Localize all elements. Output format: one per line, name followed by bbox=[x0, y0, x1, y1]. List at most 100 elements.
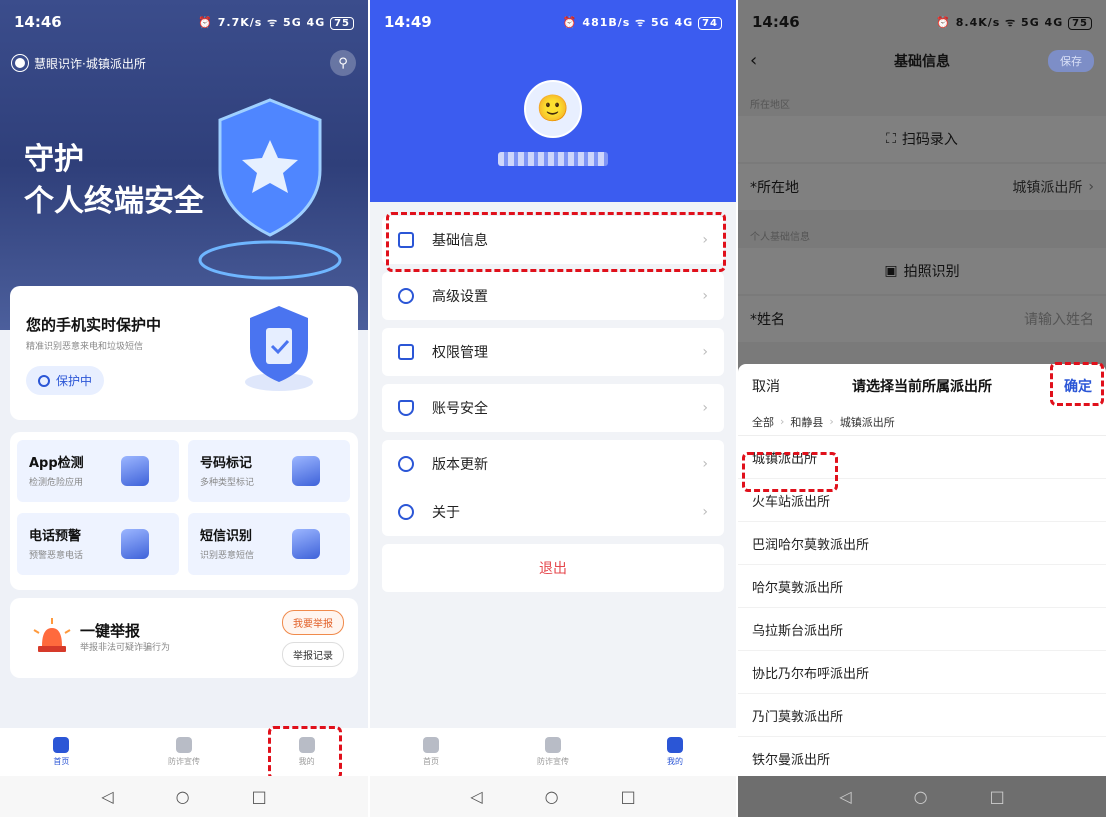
home-screen: 14:46 ⏰ 7.7K/s ᯤ 5G 4G 75 慧眼识诈·城镇派出所 ⚲ 守… bbox=[0, 0, 368, 817]
menu-version-update[interactable]: 版本更新 › bbox=[382, 440, 724, 488]
masked-phone-number bbox=[498, 152, 608, 166]
nav-home-icon[interactable]: ○ bbox=[914, 787, 928, 806]
nav-home-icon[interactable]: ○ bbox=[545, 787, 559, 806]
profile-screen: 14:49 ⏰ 481B/s ᯤ 5G 4G 74 🙂 基础信息 › 高级设置 › … bbox=[370, 0, 736, 817]
menu-permissions[interactable]: 权限管理 › bbox=[382, 328, 724, 376]
location-field[interactable]: *所在地 城镇派出所 › bbox=[738, 164, 1106, 210]
nav-recents-icon[interactable]: □ bbox=[252, 787, 267, 806]
list-item[interactable]: 协比乃尔布呼派出所 bbox=[738, 651, 1106, 694]
list-item[interactable]: 哈尔莫敦派出所 bbox=[738, 565, 1106, 608]
chevron-right-icon: › bbox=[702, 504, 708, 520]
chevron-right-icon: › bbox=[702, 400, 708, 416]
info-icon bbox=[398, 504, 414, 520]
status-icons: ⏰ 8.4K/s ᯤ 5G 4G bbox=[936, 15, 1064, 29]
scan-label: 扫码录入 bbox=[901, 132, 958, 148]
app-check-tile[interactable]: App检测 检测危险应用 bbox=[17, 440, 179, 502]
crumb-item[interactable]: 和静县 bbox=[790, 414, 823, 430]
protection-card: 您的手机实时保护中 精准识别恶意来电和垃圾短信 保护中 bbox=[10, 286, 358, 420]
police-station-picker: 取消 请选择当前所属派出所 确定 全部 › 和静县 › 城镇派出所 城镇派出所 火车… bbox=[738, 364, 1106, 780]
list-item[interactable]: 乃门莫敦派出所 bbox=[738, 694, 1106, 737]
status-time: 14:49 bbox=[384, 13, 432, 31]
nav-back-icon[interactable]: ◁ bbox=[470, 787, 482, 806]
logout-button[interactable]: 退出 bbox=[382, 544, 724, 592]
sms-detect-tile[interactable]: 短信识别 识别恶意短信 bbox=[188, 513, 350, 575]
tab-label: 防诈宣传 bbox=[537, 757, 569, 766]
chevron-right-icon: › bbox=[702, 288, 708, 304]
breadcrumb: 全部 › 和静县 › 城镇派出所 bbox=[738, 408, 1106, 436]
user-switch-icon[interactable]: ⚲ bbox=[330, 50, 356, 76]
tab-home[interactable]: 首页 bbox=[0, 728, 123, 776]
shield-illustration-icon bbox=[198, 98, 342, 280]
status-time: 14:46 bbox=[752, 13, 800, 31]
report-record-button[interactable]: 举报记录 bbox=[282, 642, 344, 667]
chevron-right-icon: › bbox=[829, 415, 834, 428]
badge-icon bbox=[545, 737, 561, 753]
chevron-right-icon: › bbox=[1088, 179, 1094, 195]
battery-icon: 75 bbox=[330, 16, 354, 30]
list-item[interactable]: 铁尔曼派出所 bbox=[738, 737, 1106, 780]
menu-label: 高级设置 bbox=[432, 289, 488, 305]
protecting-button[interactable]: 保护中 bbox=[26, 366, 105, 395]
crumb-item[interactable]: 全部 bbox=[752, 414, 774, 430]
battery-icon: 74 bbox=[698, 16, 722, 30]
avatar[interactable]: 🙂 bbox=[524, 80, 582, 138]
report-subtitle: 举报非法可疑诈骗行为 bbox=[80, 643, 171, 653]
shield-check-icon bbox=[398, 400, 414, 416]
menu-advanced[interactable]: 高级设置 › bbox=[382, 272, 724, 320]
tab-home[interactable]: 首页 bbox=[370, 728, 492, 776]
system-nav-bar: ◁ ○ □ bbox=[0, 776, 368, 817]
nav-home-icon[interactable]: ○ bbox=[176, 787, 190, 806]
name-input[interactable]: 请输入姓名 bbox=[1024, 309, 1094, 329]
photo-recognize-button[interactable]: ▣ 拍照识别 bbox=[738, 248, 1106, 294]
status-bar: 14:46 ⏰ 7.7K/s ᯤ 5G 4G 75 bbox=[0, 0, 368, 44]
highlight-selected-station bbox=[742, 452, 838, 492]
menu-account-security[interactable]: 账号安全 › bbox=[382, 384, 724, 432]
nav-recents-icon[interactable]: □ bbox=[990, 787, 1005, 806]
tab-label: 我的 bbox=[667, 757, 683, 766]
picker-title: 请选择当前所属派出所 bbox=[852, 379, 992, 395]
bottom-tab-bar: 首页 防诈宣传 我的 bbox=[370, 728, 736, 776]
highlight-mine-tab bbox=[268, 726, 342, 780]
nav-back-icon[interactable]: ◁ bbox=[839, 787, 851, 806]
status-time: 14:46 bbox=[14, 13, 62, 31]
nav-recents-icon[interactable]: □ bbox=[621, 787, 636, 806]
list-item[interactable]: 巴润哈尔莫敦派出所 bbox=[738, 522, 1106, 565]
location-value: 城镇派出所 bbox=[1012, 180, 1083, 196]
number-tag-tile[interactable]: 号码标记 多种类型标记 bbox=[188, 440, 350, 502]
nav-back-icon[interactable]: ◁ bbox=[101, 787, 113, 806]
gear-icon bbox=[398, 288, 414, 304]
profile-header: 14:49 ⏰ 481B/s ᯤ 5G 4G 74 🙂 bbox=[370, 0, 736, 202]
phone-shield-icon bbox=[245, 306, 313, 391]
report-button[interactable]: 我要举报 bbox=[282, 610, 344, 635]
cancel-button[interactable]: 取消 bbox=[752, 376, 780, 396]
save-button[interactable]: 保存 bbox=[1048, 50, 1094, 72]
name-field[interactable]: *姓名 请输入姓名 bbox=[738, 296, 1106, 342]
name-label: *姓名 bbox=[750, 312, 785, 328]
call-warning-tile[interactable]: 电话预警 预警恶意电话 bbox=[17, 513, 179, 575]
sms-icon bbox=[292, 529, 320, 559]
chevron-right-icon: › bbox=[702, 456, 708, 472]
tab-mine[interactable]: 我的 bbox=[614, 728, 736, 776]
app-name: 慧眼识诈·城镇派出所 bbox=[34, 56, 146, 71]
basic-info-screen: 14:46 ⏰ 8.4K/s ᯤ 5G 4G 75 ‹ 基础信息 保存 所在地区… bbox=[738, 0, 1106, 817]
list-item[interactable]: 乌拉斯台派出所 bbox=[738, 608, 1106, 651]
tab-label: 首页 bbox=[53, 757, 70, 766]
tab-anti-fraud[interactable]: 防诈宣传 bbox=[123, 728, 246, 776]
menu-about[interactable]: 关于 › bbox=[382, 488, 724, 536]
badge-icon bbox=[176, 737, 192, 753]
home-icon bbox=[53, 737, 70, 753]
scan-entry-button[interactable]: ⛶ 扫码录入 bbox=[738, 116, 1106, 162]
call-alert-icon bbox=[121, 529, 149, 559]
menu-label: 权限管理 bbox=[432, 345, 488, 361]
location-label: *所在地 bbox=[750, 180, 799, 196]
tab-anti-fraud[interactable]: 防诈宣传 bbox=[492, 728, 614, 776]
system-nav-bar: ◁ ○ □ bbox=[370, 776, 736, 817]
report-card: 一键举报 举报非法可疑诈骗行为 我要举报 举报记录 bbox=[10, 598, 358, 678]
scan-icon: ⛶ bbox=[886, 131, 896, 147]
report-title: 一键举报 bbox=[80, 622, 141, 640]
upload-icon bbox=[398, 456, 414, 472]
highlight-confirm bbox=[1050, 362, 1104, 406]
hero-title-line2: 个人终端安全 bbox=[24, 184, 204, 219]
crumb-item[interactable]: 城镇派出所 bbox=[840, 414, 895, 430]
status-ring-icon bbox=[38, 374, 50, 387]
